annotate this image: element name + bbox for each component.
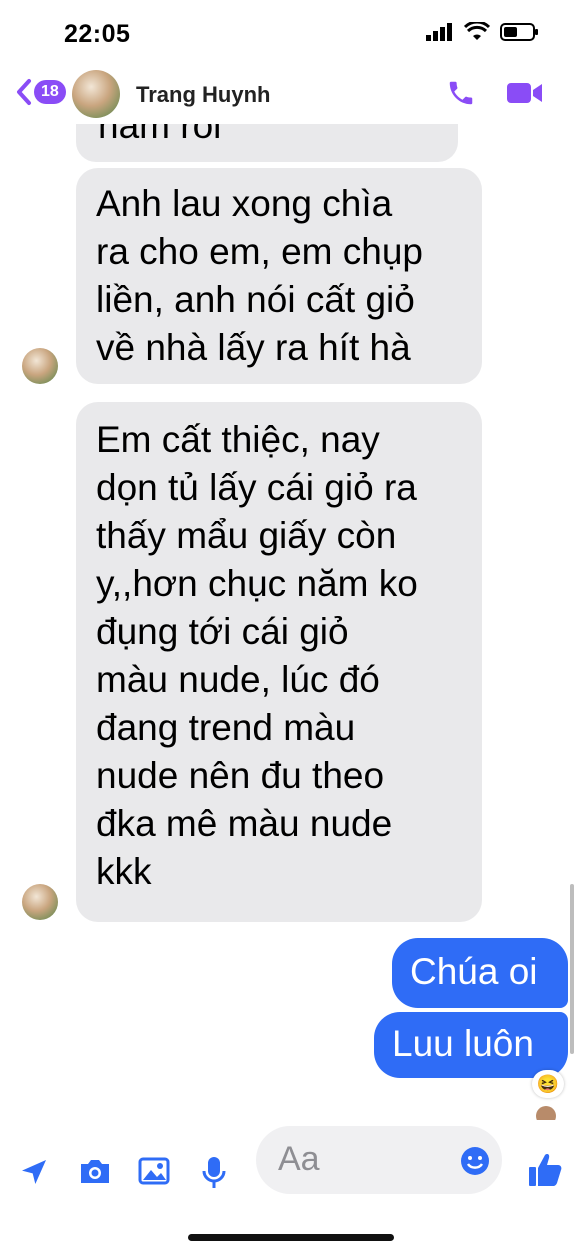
- unread-count-badge: 18: [34, 80, 66, 104]
- back-button[interactable]: 18: [16, 78, 66, 106]
- laughing-emoji-icon: 😆: [536, 1074, 560, 1094]
- battery-icon: [500, 23, 538, 41]
- chevron-left-icon: [17, 79, 31, 105]
- scrollbar[interactable]: [570, 884, 574, 1054]
- message-bubble-outgoing[interactable]: Luu luôn: [374, 1012, 568, 1078]
- message-list[interactable]: năm rồi Anh lau xong chìa ra cho em, em …: [0, 124, 580, 1120]
- message-bubble-outgoing[interactable]: Chúa oi: [392, 938, 568, 1008]
- message-line: thấy mẩu giấy còn: [96, 515, 397, 556]
- microphone-icon[interactable]: [202, 1156, 226, 1190]
- message-line: dọn tủ lấy cái giỏ ra: [96, 467, 417, 508]
- message-line: đka mê màu nude: [96, 803, 393, 844]
- message-bubble-incoming[interactable]: năm rồi: [76, 124, 458, 162]
- message-line: kkk: [96, 851, 152, 892]
- phone-icon[interactable]: [446, 78, 476, 108]
- message-bubble-incoming[interactable]: Anh lau xong chìa ra cho em, em chụp liề…: [76, 168, 482, 384]
- sender-avatar[interactable]: [22, 348, 58, 384]
- message-line: Chúa oi: [410, 951, 538, 992]
- message-line: năm rồi: [98, 124, 222, 146]
- message-line: Anh lau xong chìa: [96, 183, 393, 224]
- sender-avatar[interactable]: [22, 884, 58, 920]
- contact-name[interactable]: Trang Huynh: [136, 82, 270, 108]
- status-time: 22:05: [64, 20, 131, 48]
- contact-avatar[interactable]: [72, 70, 120, 118]
- camera-icon[interactable]: [78, 1156, 112, 1186]
- message-line: Em cất thiệc, nay: [96, 419, 380, 460]
- home-indicator[interactable]: [188, 1234, 394, 1241]
- message-line: đang trend màu: [96, 707, 356, 748]
- message-bubble-incoming[interactable]: Em cất thiệc, nay dọn tủ lấy cái giỏ ra …: [76, 402, 482, 922]
- video-call-icon[interactable]: [506, 79, 544, 107]
- location-arrow-icon[interactable]: [18, 1156, 50, 1188]
- message-input-placeholder: Aa: [278, 1140, 320, 1178]
- photo-gallery-icon[interactable]: [138, 1156, 170, 1186]
- read-receipt-avatar: [536, 1106, 556, 1120]
- message-input[interactable]: Aa: [256, 1126, 502, 1194]
- message-line: ra cho em, em chụp: [96, 231, 423, 272]
- message-line: nude nên đu theo: [96, 755, 385, 796]
- conversation-header: 18 Trang Huynh: [0, 64, 580, 124]
- status-bar: 22:05: [0, 0, 580, 64]
- message-line: y,,hơn chục năm ko: [96, 563, 418, 604]
- signal-icon: [426, 23, 452, 41]
- wifi-icon: [464, 22, 490, 40]
- message-reaction[interactable]: 😆: [532, 1070, 564, 1098]
- emoji-icon[interactable]: [460, 1146, 490, 1176]
- message-line: màu nude, lúc đó: [96, 659, 380, 700]
- status-icons: [426, 22, 540, 42]
- message-line: Luu luôn: [392, 1023, 534, 1064]
- message-line: về nhà lấy ra hít hà: [96, 327, 411, 368]
- thumbs-up-icon[interactable]: [528, 1152, 562, 1188]
- message-line: đụng tới cái giỏ: [96, 611, 349, 652]
- message-line: liền, anh nói cất giỏ: [96, 279, 415, 320]
- header-actions: [446, 78, 544, 108]
